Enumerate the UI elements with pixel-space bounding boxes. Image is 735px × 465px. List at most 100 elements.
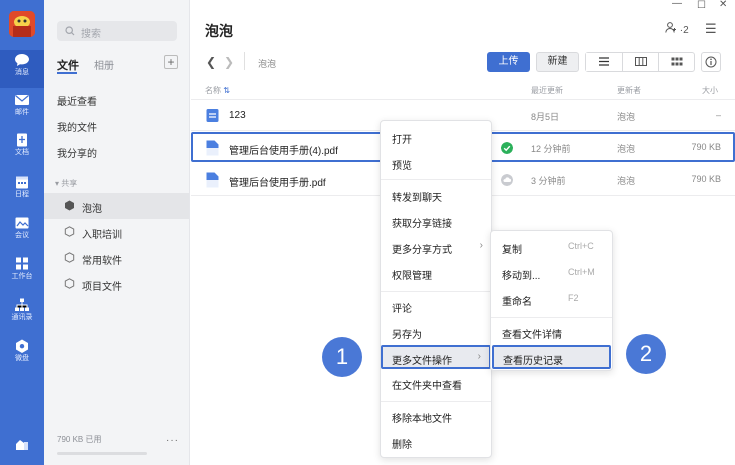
list-icon [599, 57, 609, 66]
rail-item-messages[interactable]: 消息 [0, 50, 44, 88]
analytics-icon[interactable] [14, 437, 30, 451]
more-options-button[interactable]: ··· [166, 435, 179, 446]
submenu-item-move-to[interactable]: 移动到... Ctrl+M [491, 261, 612, 285]
menu-item-save-as[interactable]: 另存为 [381, 320, 491, 344]
search-input[interactable]: 搜索 [57, 21, 177, 41]
new-button[interactable]: 新建 [536, 52, 579, 72]
menu-item-delete[interactable]: 删除 [381, 430, 491, 454]
rail-item-drive[interactable]: 微盘 [0, 336, 44, 374]
close-icon[interactable]: ✕ [719, 0, 727, 10]
file-owner: 泡泡 [617, 176, 636, 186]
menu-icon[interactable]: ☰ [705, 21, 717, 37]
menu-item-more-share[interactable]: 更多分享方式 › [381, 235, 491, 259]
members-button[interactable]: ·2 [665, 22, 689, 36]
sidebar-space-onboarding[interactable]: 入职培训 [44, 219, 189, 245]
menu-divider [381, 401, 491, 402]
sidebar-space-paopao[interactable]: 泡泡 [44, 193, 189, 219]
shared-group-header[interactable]: ▾ 共享 [55, 178, 77, 189]
back-arrow-icon[interactable]: ❮ [206, 55, 216, 69]
chat-bubble-icon [15, 54, 29, 66]
column-size-header[interactable]: 大小 [702, 85, 718, 96]
breadcrumb[interactable]: 泡泡 [258, 57, 276, 70]
shortcut-hint: F2 [568, 293, 579, 303]
column-view-button[interactable] [622, 53, 658, 71]
grid-view-button[interactable] [658, 53, 694, 71]
file-modified: 12 分钟前 [531, 144, 571, 154]
file-owner: 泡泡 [617, 112, 636, 122]
cloud-status-icon [501, 174, 513, 186]
space-label: 泡泡 [82, 204, 102, 215]
rail-label: 通讯录 [11, 314, 33, 321]
storage-usage: 790 KB 已用 [57, 435, 102, 444]
menu-item-open[interactable]: 打开 [381, 125, 491, 149]
menu-item-label: 删除 [392, 440, 412, 451]
cube-outline-icon [64, 252, 75, 263]
submenu-item-version-history[interactable]: 查看历史记录 [492, 345, 611, 369]
column-name-header[interactable]: 名称 ⇅ [205, 85, 230, 96]
menu-item-label: 在文件夹中查看 [392, 381, 462, 392]
info-button[interactable] [701, 52, 721, 72]
tab-albums[interactable]: 相册 [94, 57, 114, 72]
user-avatar[interactable] [9, 11, 35, 37]
mail-icon [15, 95, 29, 105]
menu-item-more-file-actions[interactable]: 更多文件操作 › [381, 345, 491, 369]
rail-item-workbench[interactable]: 工作台 [0, 254, 44, 292]
rail-item-docs[interactable]: 文档 [0, 130, 44, 168]
menu-item-remove-local[interactable]: 移除本地文件 [381, 404, 491, 428]
forward-arrow-icon[interactable]: ❯ [224, 55, 234, 69]
file-actions-submenu: 复制 Ctrl+C 移动到... Ctrl+M 重命名 F2 查看文件详情 查看历史记… [490, 230, 613, 371]
calendar-icon [16, 176, 28, 189]
submenu-item-file-details[interactable]: 查看文件详情 [491, 320, 612, 344]
sidebar-space-software[interactable]: 常用软件 [44, 245, 189, 271]
rail-label: 微盘 [15, 355, 29, 362]
file-size: – [715, 110, 721, 120]
doc-file-icon [206, 172, 219, 188]
submenu-item-rename[interactable]: 重命名 F2 [491, 287, 612, 311]
menu-item-comment[interactable]: 评论 [381, 294, 491, 318]
file-modified: 8月5日 [531, 112, 560, 122]
chevron-right-icon: › [479, 240, 483, 251]
list-view-button[interactable] [586, 53, 622, 71]
submenu-item-copy[interactable]: 复制 Ctrl+C [491, 235, 612, 259]
menu-item-forward-to-chat[interactable]: 转发到聊天 [381, 183, 491, 207]
menu-item-label: 打开 [392, 135, 412, 146]
menu-item-label: 更多分享方式 [392, 245, 452, 256]
menu-item-preview[interactable]: 预览 [381, 151, 491, 175]
sidebar-item-shared-by-me[interactable]: 我分享的 [57, 145, 97, 160]
sort-icon: ⇅ [223, 86, 230, 95]
person-icon [665, 22, 676, 33]
minimize-icon[interactable]: — [672, 0, 682, 9]
maximize-icon[interactable]: ☐ [697, 0, 706, 11]
menu-item-show-in-folder[interactable]: 在文件夹中查看 [381, 371, 491, 395]
folder-icon [206, 109, 219, 122]
menu-item-permissions[interactable]: 权限管理 [381, 261, 491, 285]
context-menu: 打开 预览 转发到聊天 获取分享链接 更多分享方式 › 权限管理 评论 另存为 更… [380, 120, 492, 458]
shortcut-hint: Ctrl+C [568, 241, 594, 251]
caret-down-icon: ▾ [55, 179, 60, 188]
columns-icon [634, 57, 647, 66]
step-callout-1: 1 [322, 337, 362, 377]
upload-button[interactable]: 上传 [487, 52, 530, 72]
space-label: 项目文件 [82, 282, 122, 293]
menu-item-get-share-link[interactable]: 获取分享链接 [381, 209, 491, 233]
rail-item-calendar[interactable]: 日程 [0, 172, 44, 210]
rail-item-contacts[interactable]: 通讯录 [0, 295, 44, 333]
column-owner-header[interactable]: 更新者 [617, 85, 641, 96]
space-label: 常用软件 [82, 256, 122, 267]
add-button[interactable]: + [164, 55, 178, 69]
space-label: 入职培训 [82, 230, 122, 241]
sidebar-space-projects[interactable]: 项目文件 [44, 271, 189, 297]
menu-item-label: 移除本地文件 [392, 414, 452, 425]
sidebar-item-my-files[interactable]: 我的文件 [57, 119, 97, 134]
cube-icon [65, 200, 74, 211]
rail-item-mail[interactable]: 邮件 [0, 90, 44, 128]
column-modified-header[interactable]: 最近更新 [531, 85, 563, 96]
column-label: 名称 [205, 86, 221, 95]
rail-item-meeting[interactable]: 会议 [0, 213, 44, 251]
menu-divider [381, 291, 491, 292]
tab-files[interactable]: 文件 [57, 57, 79, 73]
file-size: 790 KB [691, 174, 721, 184]
file-owner: 泡泡 [617, 144, 636, 154]
drive-icon [16, 339, 28, 353]
sidebar-item-recent[interactable]: 最近查看 [57, 93, 97, 108]
